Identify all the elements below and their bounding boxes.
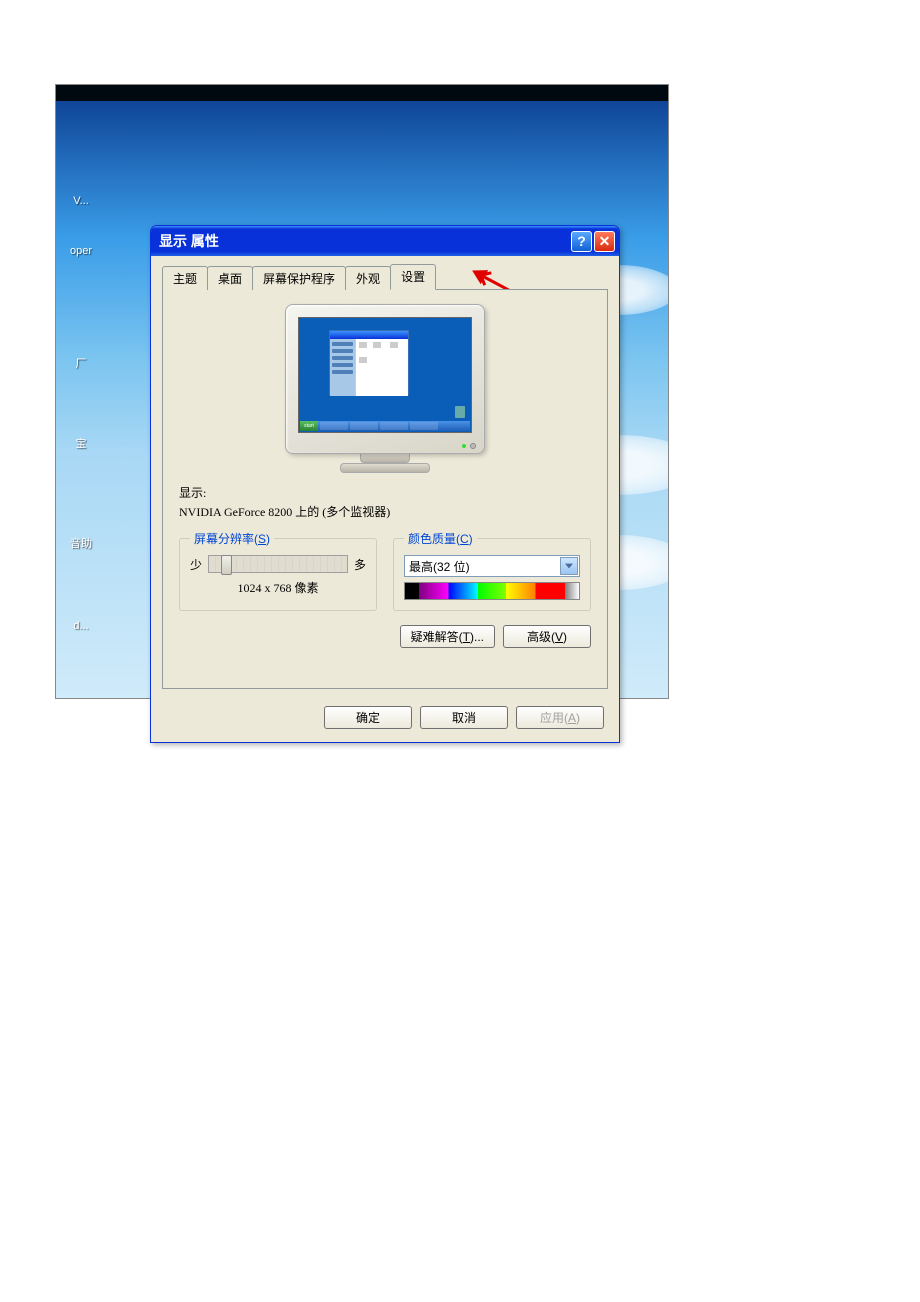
close-button[interactable]: ✕: [594, 231, 615, 252]
color-quality-value: 最高(32 位): [409, 558, 470, 575]
desktop-icon-label: d...: [56, 620, 106, 632]
advanced-button[interactable]: 高级(V): [503, 625, 591, 648]
tab-screensaver[interactable]: 屏幕保护程序: [252, 266, 346, 290]
top-strip: [56, 85, 668, 101]
titlebar[interactable]: 显示 属性 ? ✕: [151, 226, 619, 256]
color-spectrum-bar: [404, 582, 580, 600]
display-label: 显示:: [179, 484, 591, 501]
desktop-icon-label: 厂: [56, 355, 106, 371]
settings-pane: start: [162, 289, 608, 689]
color-quality-combobox[interactable]: 最高(32 位): [404, 555, 580, 577]
display-properties-dialog: 显示 属性 ? ✕ 主题 桌面 屏幕保护程序 外观 设置: [150, 225, 620, 743]
help-button[interactable]: ?: [571, 231, 592, 252]
recycle-bin-icon: [455, 406, 465, 418]
slider-more-label: 多: [354, 556, 366, 573]
chevron-down-icon[interactable]: [560, 557, 578, 575]
monitor-preview: start: [285, 304, 485, 474]
resolution-value: 1024 x 768 像素: [190, 579, 366, 596]
display-adapter-info: NVIDIA GeForce 8200 上的 (多个监视器): [179, 503, 591, 520]
tab-theme[interactable]: 主题: [162, 266, 208, 290]
tab-appearance[interactable]: 外观: [345, 266, 391, 290]
tab-desktop[interactable]: 桌面: [207, 266, 253, 290]
desktop-icon-label: 音助: [56, 535, 106, 551]
tab-strip: 主题 桌面 屏幕保护程序 外观 设置: [162, 264, 608, 290]
power-button-icon: [470, 443, 476, 449]
resolution-group: 屏幕分辨率(S) 少 多 1024 x 768 像素: [179, 530, 377, 611]
tab-settings[interactable]: 设置: [390, 264, 436, 290]
titlebar-title: 显示 属性: [159, 231, 219, 251]
color-quality-group: 颜色质量(C) 最高(32 位): [393, 530, 591, 611]
desktop-icon-label: V...: [56, 195, 106, 207]
power-led-icon: [462, 444, 466, 448]
color-quality-legend: 颜色质量(C): [404, 530, 477, 547]
resolution-slider[interactable]: [208, 555, 348, 573]
slider-less-label: 少: [190, 556, 202, 573]
desktop-icon-label: oper: [56, 245, 106, 257]
ok-button[interactable]: 确定: [324, 706, 412, 729]
cancel-button[interactable]: 取消: [420, 706, 508, 729]
apply-button[interactable]: 应用(A): [516, 706, 604, 729]
troubleshoot-button[interactable]: 疑难解答(T)...: [400, 625, 495, 648]
desktop-icon-label: 宝: [56, 435, 106, 451]
slider-thumb[interactable]: [221, 555, 232, 575]
start-button-icon: start: [300, 421, 318, 431]
resolution-legend: 屏幕分辨率(S): [190, 530, 274, 547]
